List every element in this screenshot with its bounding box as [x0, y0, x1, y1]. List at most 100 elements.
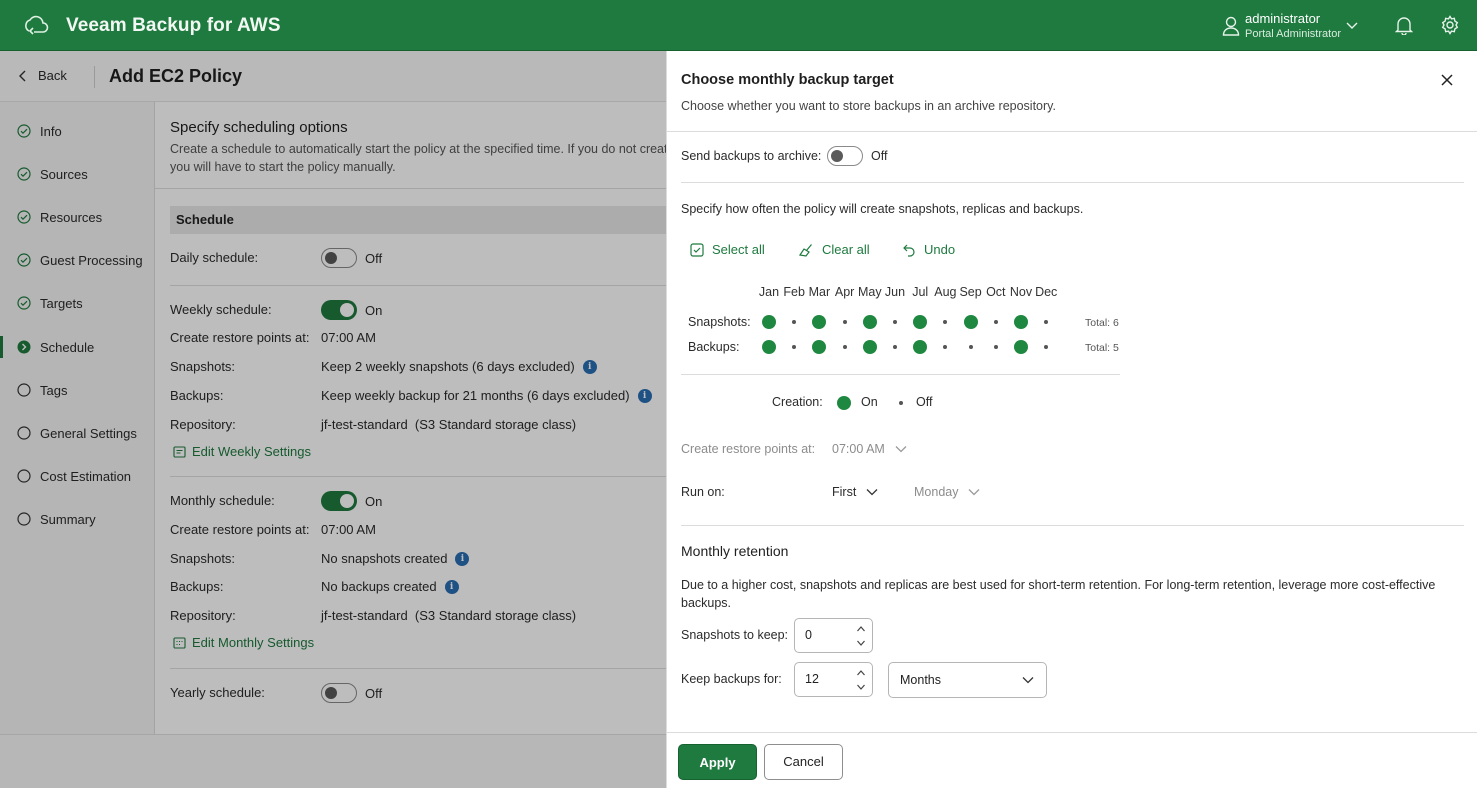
cancel-button[interactable]: Cancel	[764, 744, 843, 780]
backup-month-dot-on[interactable]	[762, 340, 776, 354]
app-title: Veeam Backup for AWS	[66, 15, 281, 36]
backup-month-dot-on[interactable]	[862, 340, 877, 354]
increment-icon[interactable]	[856, 624, 866, 634]
decrement-icon[interactable]	[856, 682, 866, 692]
increment-icon[interactable]	[856, 668, 866, 678]
month-label[interactable]: Jun	[883, 285, 908, 299]
checkbox-icon	[690, 242, 704, 257]
undo-button[interactable]: Undo	[902, 242, 955, 257]
drawer-title: Choose monthly backup target	[681, 72, 894, 88]
divider	[681, 182, 1464, 183]
chevron-down-icon	[1022, 677, 1034, 684]
retention-description-line: Due to a higher cost, snapshots and repl…	[681, 578, 1436, 592]
month-label[interactable]: Feb	[782, 285, 807, 299]
backup-month-dot-off[interactable]	[792, 345, 797, 349]
month-label[interactable]: Mar	[807, 285, 832, 299]
legend-off-label: Off	[916, 395, 933, 409]
clear-all-button[interactable]: Clear all	[798, 242, 870, 257]
snapshot-month-dot-on[interactable]	[762, 315, 776, 329]
notifications-bell-icon[interactable]	[1395, 15, 1413, 35]
toggle-switch[interactable]	[827, 146, 863, 166]
snapshot-month-dot-off[interactable]	[842, 320, 847, 324]
backup-month-dot-off[interactable]	[993, 345, 998, 349]
legend-on-dot	[837, 396, 851, 410]
settings-gear-icon[interactable]	[1440, 15, 1460, 35]
undo-label: Undo	[924, 242, 956, 257]
cloud-logo-icon	[25, 15, 49, 35]
clear-all-label: Clear all	[822, 242, 870, 257]
archive-label: Send backups to archive:	[681, 149, 822, 163]
undo-icon	[903, 244, 915, 257]
snapshot-month-dot-on[interactable]	[1014, 315, 1028, 329]
backup-month-dot-off[interactable]	[968, 345, 973, 349]
legend-off-dot	[899, 401, 903, 405]
user-role: Portal Administrator	[1245, 28, 1341, 40]
frequency-description: Specify how often the policy will create…	[681, 202, 1084, 216]
backup-month-dot-off[interactable]	[943, 345, 948, 349]
month-label[interactable]: Oct	[983, 285, 1008, 299]
month-label[interactable]: Jul	[908, 285, 933, 299]
snapshot-month-dot-off[interactable]	[792, 320, 797, 324]
month-label[interactable]: Sep	[958, 285, 983, 299]
restore-time-value: 07:00 AM	[832, 442, 885, 456]
run-on-label: Run on:	[681, 485, 725, 499]
eraser-broom-icon	[798, 243, 812, 257]
drawer-subtitle: Choose whether you want to store backups…	[681, 99, 1056, 113]
chevron-down-icon	[866, 489, 878, 496]
month-label[interactable]: Jan	[757, 285, 782, 299]
chevron-down-icon[interactable]	[1345, 18, 1359, 32]
snapshot-month-dot-on[interactable]	[862, 315, 877, 329]
chevron-down-icon	[895, 446, 907, 453]
snapshots-keep-stepper[interactable]: 0	[794, 618, 873, 653]
month-label[interactable]: Aug	[933, 285, 958, 299]
modal-overlay[interactable]	[0, 51, 666, 788]
backups-total: Total: 5	[1085, 342, 1119, 354]
keep-backups-stepper[interactable]: 12	[794, 662, 873, 697]
run-on-week-select[interactable]: First	[832, 485, 878, 499]
backup-month-dot-off[interactable]	[893, 345, 897, 349]
close-icon[interactable]	[1440, 73, 1454, 87]
apply-button[interactable]: Apply	[678, 744, 757, 780]
archive-toggle[interactable]: Off	[827, 146, 887, 166]
backup-month-dot-off[interactable]	[842, 345, 847, 349]
run-on-day-value: Monday	[914, 485, 959, 499]
month-label[interactable]: May	[857, 285, 882, 299]
backup-month-dot-on[interactable]	[1014, 340, 1028, 354]
keep-backups-label: Keep backups for:	[681, 672, 782, 686]
snapshot-month-dot-on[interactable]	[812, 315, 827, 329]
month-label[interactable]: Apr	[832, 285, 857, 299]
keep-backups-value: 12	[805, 672, 819, 686]
select-all-button[interactable]: Select all	[690, 242, 765, 257]
monthly-backup-target-drawer: Choose monthly backup target Choose whet…	[666, 51, 1477, 788]
month-label[interactable]: Dec	[1034, 285, 1059, 299]
snapshots-total: Total: 6	[1085, 317, 1119, 329]
snapshots-keep-value: 0	[805, 628, 812, 642]
toggle-state: Off	[871, 149, 888, 163]
retention-unit-dropdown[interactable]: Months	[888, 662, 1047, 698]
snapshot-month-dot-off[interactable]	[993, 320, 998, 324]
retention-description-line: backups.	[681, 596, 732, 610]
snapshots-keep-label: Snapshots to keep:	[681, 628, 789, 642]
snapshot-month-dot-on[interactable]	[913, 315, 928, 329]
drawer-footer: Apply Cancel	[667, 732, 1477, 788]
backup-month-dot-off[interactable]	[1044, 345, 1049, 349]
chevron-down-icon	[969, 489, 980, 496]
decrement-icon[interactable]	[856, 638, 866, 648]
snapshot-month-dot-off[interactable]	[893, 320, 897, 324]
creation-legend-label: Creation:	[772, 395, 823, 409]
backup-month-dot-on[interactable]	[812, 340, 827, 354]
run-on-week-value: First	[832, 485, 857, 499]
restore-points-label: Create restore points at:	[681, 442, 816, 456]
snapshot-month-dot-on[interactable]	[963, 315, 978, 329]
user-name[interactable]: administrator	[1245, 11, 1320, 26]
divider	[667, 131, 1477, 132]
backups-row-label: Backups:	[688, 340, 740, 354]
run-on-day-select: Monday	[914, 485, 980, 499]
retention-unit-value: Months	[900, 673, 941, 687]
backup-month-dot-on[interactable]	[913, 340, 928, 354]
snapshot-month-dot-off[interactable]	[1044, 320, 1049, 324]
select-all-label: Select all	[712, 242, 765, 257]
user-icon[interactable]	[1222, 15, 1240, 37]
month-label[interactable]: Nov	[1009, 285, 1034, 299]
snapshot-month-dot-off[interactable]	[943, 320, 948, 324]
